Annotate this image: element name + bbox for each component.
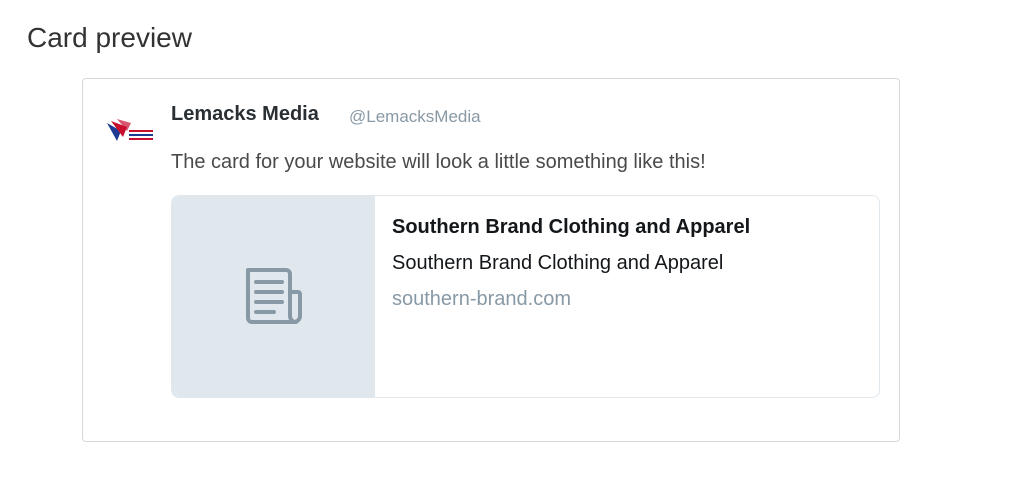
document-icon (246, 268, 302, 324)
tweet-text: The card for your website will look a li… (171, 151, 706, 173)
card-preview-container: Lemacks Media @LemacksMedia The card for… (82, 78, 900, 442)
card-preview-heading: Card preview (27, 22, 192, 53)
card-title: Southern Brand Clothing and Apparel (392, 216, 751, 238)
account-handle[interactable]: @LemacksMedia (349, 107, 481, 127)
card-description: Southern Brand Clothing and Apparel (392, 252, 724, 274)
lemacks-media-logo-icon (103, 101, 157, 155)
account-name[interactable]: Lemacks Media (171, 103, 319, 126)
card-url: southern-brand.com (392, 288, 571, 310)
avatar[interactable] (103, 101, 157, 155)
link-card[interactable]: Southern Brand Clothing and Apparel Sout… (171, 195, 880, 398)
card-thumbnail (172, 196, 375, 397)
